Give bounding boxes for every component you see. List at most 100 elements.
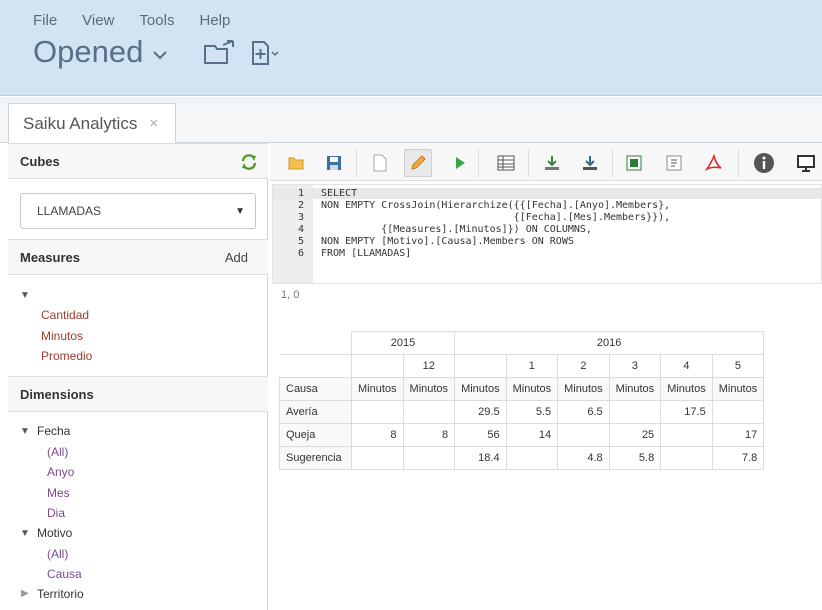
menu-view[interactable]: View	[82, 12, 114, 29]
table-grid-icon	[497, 155, 515, 171]
level-causa[interactable]: Causa	[47, 567, 82, 581]
dimensions-title: Dimensions	[20, 386, 94, 402]
download-icon	[583, 156, 597, 170]
line-code: {[Measures].[Minutos]}) ON COLUMNS,	[321, 224, 592, 235]
cube-select[interactable]: LLAMADAS ▼	[20, 193, 256, 229]
caret-down-icon[interactable]: ▼	[20, 426, 30, 437]
row-header-title[interactable]: Causa	[279, 377, 352, 401]
month-header[interactable]: 1	[505, 354, 559, 378]
screen-icon	[797, 155, 815, 172]
data-cell: 25	[608, 423, 662, 447]
measure-minutos[interactable]: Minutos	[41, 329, 83, 343]
add-measure-button[interactable]: Add	[225, 250, 248, 265]
line-number: 6	[297, 248, 304, 259]
pdf-icon	[705, 154, 722, 171]
open-query-button[interactable]	[282, 149, 310, 177]
measure-header[interactable]: Minutos	[557, 377, 610, 401]
measure-promedio[interactable]: Promedio	[41, 349, 92, 363]
open-folder-icon[interactable]	[203, 40, 237, 66]
cubes-title: Cubes	[20, 153, 60, 169]
empty-cell	[454, 354, 507, 378]
menu-file[interactable]: File	[33, 12, 57, 29]
info-button[interactable]	[750, 149, 778, 177]
cubes-header: Cubes	[8, 143, 268, 179]
download-icon	[545, 156, 559, 170]
row-label[interactable]: Sugerencia	[279, 446, 352, 470]
line-code: FROM [LLAMADAS]	[321, 248, 412, 259]
year-header-2016[interactable]: 2016	[454, 331, 765, 355]
month-header[interactable]: 5	[711, 354, 765, 378]
row-label[interactable]: Avería	[279, 400, 352, 424]
line-code: NON EMPTY [Motivo].[Causa].Members ON RO…	[321, 236, 574, 247]
measure-header[interactable]: Minutos	[454, 377, 507, 401]
editor-line: 3 {[Fecha].[Mes].Members}}),	[273, 212, 821, 223]
app-header: File View Tools Help Opened	[0, 0, 822, 96]
empty-cell	[351, 354, 404, 378]
dimension-territorio[interactable]: Territorio	[37, 587, 84, 601]
editor-line: 1 SELECT	[273, 188, 821, 199]
month-header[interactable]: 2	[557, 354, 610, 378]
measure-header[interactable]: Minutos	[505, 377, 559, 401]
measure-header[interactable]: Minutos	[660, 377, 713, 401]
save-query-button[interactable]	[320, 149, 348, 177]
table-row: Queja 8 8 56 14 25 17	[279, 423, 765, 447]
editor-line: 6 FROM [LLAMADAS]	[273, 248, 821, 259]
export-all-button[interactable]	[576, 149, 604, 177]
close-icon[interactable]: ×	[149, 115, 158, 132]
data-cell	[402, 400, 456, 424]
results-table: 2015 2016 12 1 2 3 4 5 Causa Minutos Min…	[279, 331, 765, 470]
level-fecha-all[interactable]: (All)	[47, 445, 68, 459]
mdx-editor[interactable]: 1 SELECT 2 NON EMPTY CrossJoin(Hierarchize…	[272, 184, 822, 284]
measure-cantidad[interactable]: Cantidad	[41, 308, 89, 322]
tab-title: Saiku Analytics	[23, 113, 138, 133]
measure-header[interactable]: Minutos	[351, 377, 404, 401]
tab-saiku-analytics[interactable]: Saiku Analytics ×	[8, 103, 176, 144]
measure-header[interactable]: Minutos	[608, 377, 662, 401]
data-cell: 18.4	[454, 446, 507, 470]
data-cell	[608, 400, 662, 424]
month-header[interactable]: 12	[402, 354, 456, 378]
new-query-button[interactable]	[366, 149, 394, 177]
data-cell	[505, 446, 559, 470]
data-cell: 6.5	[557, 400, 610, 424]
data-cell: 5.5	[505, 400, 559, 424]
month-header[interactable]: 4	[660, 354, 713, 378]
dimension-motivo[interactable]: Motivo	[37, 526, 72, 540]
edit-query-button[interactable]	[404, 149, 432, 177]
menu-help[interactable]: Help	[199, 12, 230, 29]
row-label[interactable]: Queja	[279, 423, 352, 447]
year-header-2015[interactable]: 2015	[350, 331, 456, 355]
measure-header[interactable]: Minutos	[711, 377, 765, 401]
new-document-icon[interactable]	[250, 40, 282, 66]
dimension-fecha[interactable]: Fecha	[37, 424, 70, 438]
level-motivo-all[interactable]: (All)	[47, 547, 68, 561]
export-pdf-button[interactable]	[700, 149, 728, 177]
run-query-button[interactable]	[446, 149, 474, 177]
menu-tools[interactable]: Tools	[139, 12, 174, 29]
line-code: {[Fecha].[Mes].Members}}),	[321, 212, 671, 223]
cursor-position: 1, 0	[281, 289, 300, 301]
caret-down-icon[interactable]: ▼	[20, 290, 30, 301]
caret-down-icon[interactable]: ▼	[20, 528, 30, 539]
query-toolbar	[270, 143, 822, 181]
folder-icon	[288, 157, 304, 170]
export-button[interactable]	[538, 149, 566, 177]
measure-header[interactable]: Minutos	[402, 377, 456, 401]
level-anyo[interactable]: Anyo	[47, 465, 74, 479]
caret-right-icon[interactable]: ▶	[21, 588, 29, 599]
level-mes[interactable]: Mes	[47, 486, 70, 500]
refresh-icon[interactable]	[240, 153, 258, 171]
sidebar: Cubes LLAMADAS ▼ Measures Add ▼ Cantidad…	[8, 143, 268, 610]
export-excel-button[interactable]	[620, 149, 648, 177]
presentation-button[interactable]	[792, 149, 820, 177]
export-csv-button[interactable]	[660, 149, 688, 177]
info-icon	[754, 153, 774, 173]
measures-header: Measures Add	[8, 239, 268, 275]
data-cell	[660, 446, 713, 470]
data-cell: 14	[505, 423, 559, 447]
toggle-fields-button[interactable]	[492, 149, 520, 177]
level-dia[interactable]: Dia	[47, 506, 65, 520]
month-header[interactable]: 3	[608, 354, 662, 378]
line-code: SELECT	[321, 188, 358, 199]
opened-dropdown[interactable]: Opened	[33, 34, 168, 70]
